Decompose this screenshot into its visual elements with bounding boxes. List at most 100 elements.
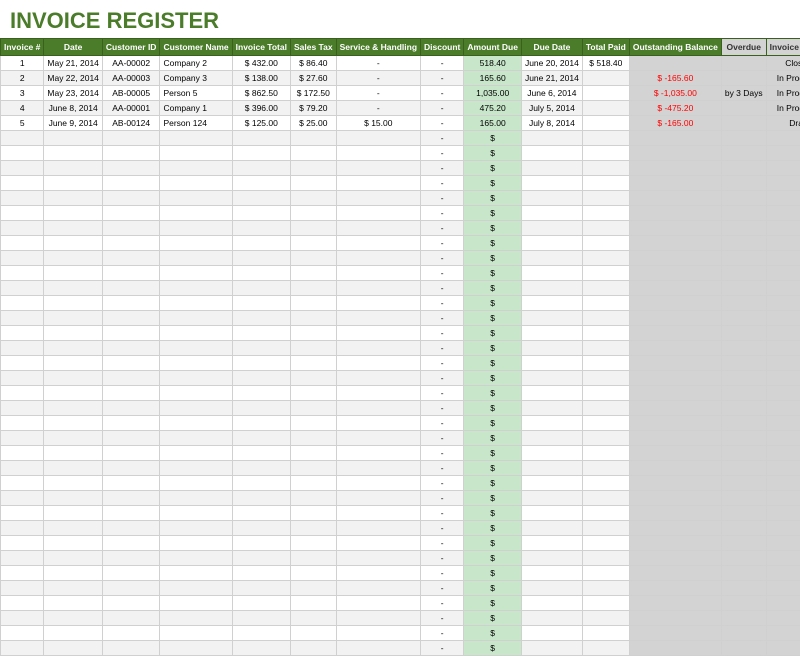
table-cell-empty bbox=[1, 296, 44, 311]
table-cell-empty bbox=[721, 176, 766, 191]
table-cell-empty bbox=[582, 266, 629, 281]
table-cell-empty bbox=[336, 326, 420, 341]
table-cell-empty bbox=[232, 341, 290, 356]
table-cell-empty bbox=[160, 356, 232, 371]
table-cell-empty bbox=[232, 506, 290, 521]
table-cell-empty bbox=[521, 416, 582, 431]
table-cell-empty bbox=[582, 341, 629, 356]
table-cell-empty bbox=[766, 461, 800, 476]
table-cell-empty: - bbox=[421, 476, 464, 491]
table-cell-empty bbox=[582, 626, 629, 641]
table-cell-empty bbox=[44, 491, 103, 506]
table-cell-empty bbox=[160, 191, 232, 206]
table-cell-empty bbox=[1, 596, 44, 611]
table-cell-empty bbox=[160, 251, 232, 266]
table-cell-empty bbox=[721, 416, 766, 431]
table-cell-empty bbox=[766, 431, 800, 446]
table-cell: May 23, 2014 bbox=[44, 86, 103, 101]
table-cell-empty bbox=[44, 131, 103, 146]
table-cell-empty: - bbox=[421, 626, 464, 641]
table-cell: - bbox=[336, 86, 420, 101]
table-cell-empty bbox=[232, 416, 290, 431]
table-cell-empty bbox=[766, 266, 800, 281]
table-cell-empty bbox=[766, 476, 800, 491]
table-cell-empty bbox=[1, 371, 44, 386]
table-cell: - bbox=[421, 71, 464, 86]
table-cell-empty bbox=[721, 506, 766, 521]
table-cell-empty bbox=[582, 551, 629, 566]
table-cell-empty bbox=[1, 611, 44, 626]
table-cell-empty bbox=[582, 236, 629, 251]
table-cell-empty bbox=[290, 221, 336, 236]
table-cell-empty bbox=[232, 581, 290, 596]
table-cell-empty bbox=[160, 641, 232, 656]
table-cell-empty bbox=[1, 536, 44, 551]
table-cell: $ 518.40 bbox=[582, 56, 629, 71]
table-cell-empty bbox=[160, 236, 232, 251]
table-cell-empty bbox=[336, 356, 420, 371]
table-cell-empty bbox=[102, 641, 160, 656]
table-cell-empty bbox=[160, 506, 232, 521]
table-cell-empty bbox=[1, 206, 44, 221]
table-row-empty: -$ bbox=[1, 581, 800, 596]
table-cell-empty: - bbox=[421, 416, 464, 431]
table-cell-empty bbox=[160, 326, 232, 341]
table-cell-empty bbox=[766, 251, 800, 266]
table-cell-empty bbox=[582, 206, 629, 221]
table-cell-empty bbox=[160, 131, 232, 146]
table-cell-empty bbox=[290, 431, 336, 446]
table-cell-empty bbox=[102, 536, 160, 551]
table-row-empty: -$ bbox=[1, 461, 800, 476]
table-cell-empty bbox=[290, 641, 336, 656]
col-date: Date bbox=[44, 39, 103, 56]
table-cell-empty bbox=[102, 281, 160, 296]
table-cell-empty bbox=[721, 221, 766, 236]
col-service-handling: Service & Handling bbox=[336, 39, 420, 56]
table-row-empty: -$ bbox=[1, 161, 800, 176]
table-cell-empty bbox=[1, 161, 44, 176]
table-cell-empty bbox=[102, 296, 160, 311]
table-cell-empty: $ bbox=[464, 176, 522, 191]
table-cell-empty bbox=[336, 371, 420, 386]
table-cell: 3 bbox=[1, 86, 44, 101]
table-cell-empty bbox=[232, 356, 290, 371]
table-cell-empty bbox=[160, 581, 232, 596]
table-cell-empty: $ bbox=[464, 146, 522, 161]
table-cell-empty bbox=[1, 461, 44, 476]
table-cell-empty bbox=[582, 131, 629, 146]
table-cell-empty bbox=[336, 251, 420, 266]
table-cell-empty bbox=[521, 431, 582, 446]
table-cell-empty: - bbox=[421, 281, 464, 296]
table-cell-empty bbox=[766, 611, 800, 626]
table-cell-empty: $ bbox=[464, 461, 522, 476]
table-cell: June 8, 2014 bbox=[44, 101, 103, 116]
table-cell-empty bbox=[721, 341, 766, 356]
table-cell-empty bbox=[1, 476, 44, 491]
table-cell-empty bbox=[1, 491, 44, 506]
table-cell-empty bbox=[44, 176, 103, 191]
table-cell-empty: - bbox=[421, 596, 464, 611]
table-cell-empty bbox=[521, 491, 582, 506]
table-cell-empty bbox=[582, 611, 629, 626]
table-cell-empty: $ bbox=[464, 341, 522, 356]
table-row-empty: -$ bbox=[1, 236, 800, 251]
table-cell-empty: $ bbox=[464, 161, 522, 176]
table-cell-empty bbox=[44, 596, 103, 611]
table-cell-empty bbox=[102, 431, 160, 446]
table-cell-empty bbox=[721, 356, 766, 371]
table-cell bbox=[721, 101, 766, 116]
table-cell-empty bbox=[44, 476, 103, 491]
table-row-empty: -$ bbox=[1, 446, 800, 461]
table-cell-empty bbox=[766, 386, 800, 401]
table-cell-empty bbox=[721, 626, 766, 641]
table-cell-empty bbox=[44, 506, 103, 521]
table-cell-empty: - bbox=[421, 146, 464, 161]
col-amount-due: Amount Due bbox=[464, 39, 522, 56]
table-cell-empty bbox=[160, 476, 232, 491]
table-cell: May 22, 2014 bbox=[44, 71, 103, 86]
table-cell-empty: - bbox=[421, 206, 464, 221]
table-cell-empty bbox=[290, 626, 336, 641]
table-cell-empty bbox=[629, 146, 721, 161]
col-discount: Discount bbox=[421, 39, 464, 56]
table-cell-empty bbox=[102, 356, 160, 371]
